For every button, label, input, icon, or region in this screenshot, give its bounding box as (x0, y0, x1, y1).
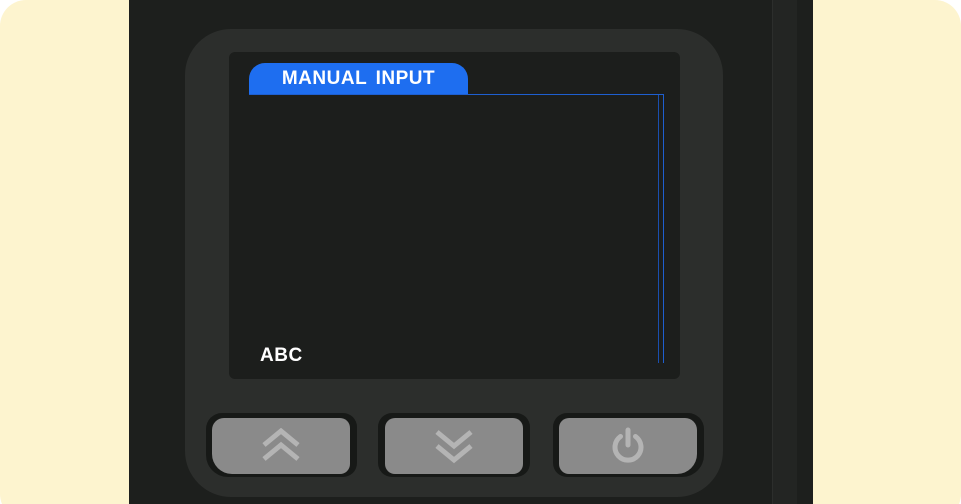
input-content-frame (249, 94, 664, 363)
power-button[interactable] (559, 418, 697, 474)
scroll-up-button[interactable] (212, 418, 350, 474)
double-chevron-up-icon (262, 428, 300, 461)
power-icon (612, 427, 644, 463)
manual-input-tab: MANUAL INPUT (249, 63, 468, 94)
input-text-value: ABC (260, 345, 303, 366)
scroll-down-button[interactable] (385, 418, 523, 474)
display-screen: MANUAL INPUT ABC (229, 52, 680, 379)
device-side-edge (772, 0, 797, 504)
double-chevron-down-icon (435, 430, 473, 464)
